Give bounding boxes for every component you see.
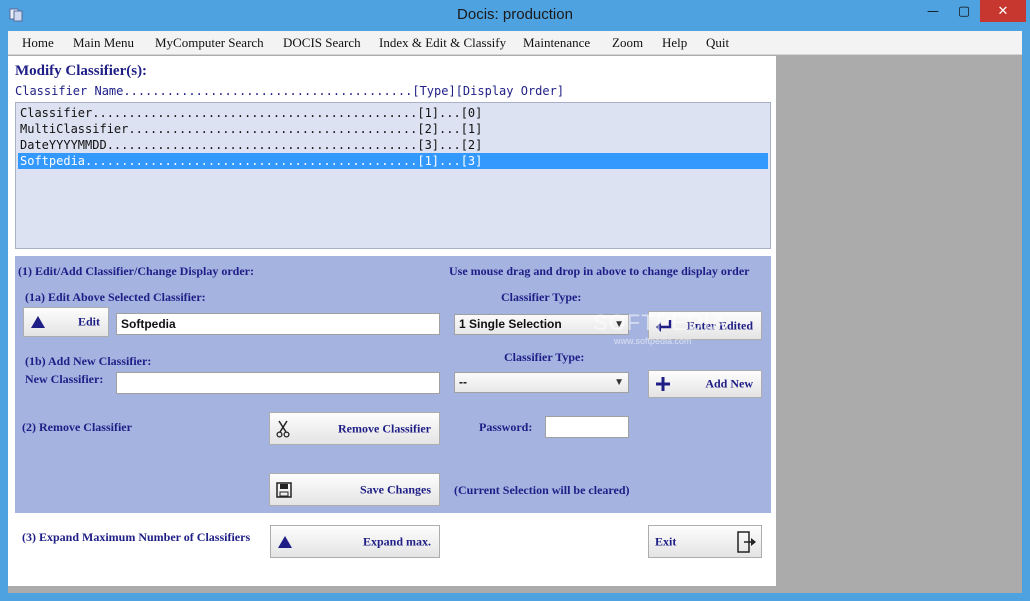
client-area: Home Main Menu MyComputer Search DOCIS S… — [8, 31, 1022, 593]
chevron-down-icon: ▼ — [614, 377, 624, 388]
minimize-icon: — — [927, 4, 939, 18]
classifier-type-value-edit: 1 Single Selection — [459, 317, 562, 331]
menu-main-menu[interactable]: Main Menu — [73, 35, 134, 51]
scissors-icon — [276, 420, 290, 438]
remove-classifier-button-label: Remove Classifier — [338, 421, 431, 435]
edit-section: (1) Edit/Add Classifier/Change Display o… — [15, 256, 771, 513]
exit-door-icon — [737, 531, 756, 553]
menu-bar: Home Main Menu MyComputer Search DOCIS S… — [8, 31, 1022, 55]
triangle-up-icon — [31, 316, 45, 328]
menu-docis-search[interactable]: DOCIS Search — [283, 35, 361, 51]
add-section-title: (1b) Add New Classifier: — [25, 354, 152, 368]
menu-zoom[interactable]: Zoom — [612, 35, 643, 51]
close-button[interactable]: ✕ — [980, 0, 1026, 22]
section3-title: (3) Expand Maximum Number of Classifiers — [22, 530, 251, 544]
menu-index-edit-classify[interactable]: Index & Edit & Classify — [379, 35, 506, 51]
classifier-type-value-add: -- — [459, 375, 467, 389]
add-new-button[interactable]: Add New — [648, 370, 762, 398]
menu-maintenance[interactable]: Maintenance — [523, 35, 590, 51]
menu-mycomputer-search[interactable]: MyComputer Search — [155, 35, 264, 51]
edit-section-title: (1a) Edit Above Selected Classifier: — [25, 290, 206, 304]
drag-drop-hint: Use mouse drag and drop in above to chan… — [449, 264, 750, 278]
edit-button-label: Edit — [77, 314, 100, 329]
app-window: Docis: production — ▢ ✕ Home Main Menu M… — [0, 0, 1030, 601]
save-changes-button[interactable]: Save Changes — [269, 473, 440, 506]
classifier-type-label-edit: Classifier Type: — [501, 290, 582, 304]
close-icon: ✕ — [997, 3, 1009, 19]
window-title: Docis: production — [457, 6, 573, 23]
list-item[interactable]: DateYYYYMMDD............................… — [18, 137, 768, 153]
expand-max-button-label: Expand max. — [362, 534, 431, 548]
triangle-up-icon — [278, 535, 292, 548]
section1-title: (1) Edit/Add Classifier/Change Display o… — [18, 264, 255, 278]
menu-quit[interactable]: Quit — [706, 35, 729, 51]
exit-button[interactable]: Exit — [648, 525, 762, 558]
menu-help[interactable]: Help — [662, 35, 687, 51]
maximize-button[interactable]: ▢ — [950, 0, 978, 22]
expand-max-button[interactable]: Expand max. — [270, 525, 440, 558]
menu-home[interactable]: Home — [22, 35, 54, 51]
classifier-type-label-add: Classifier Type: — [504, 350, 585, 364]
softpedia-watermark: SOFTPEDIA — [593, 310, 727, 335]
classifier-type-select-add[interactable]: -- ▼ — [454, 372, 629, 393]
exit-button-label: Exit — [655, 534, 677, 548]
plus-icon — [656, 377, 670, 391]
edit-button[interactable]: Edit — [23, 307, 109, 337]
floppy-disk-icon — [276, 481, 292, 498]
section2-title: (2) Remove Classifier — [22, 420, 132, 434]
list-item-selected[interactable]: Softpedia...............................… — [18, 153, 768, 169]
title-bar[interactable]: Docis: production — ▢ ✕ — [0, 0, 1030, 31]
save-note: (Current Selection will be cleared) — [454, 483, 630, 497]
add-new-button-label: Add New — [705, 376, 753, 391]
password-input[interactable] — [545, 416, 629, 438]
list-item[interactable]: Classifier..............................… — [18, 105, 768, 121]
password-label: Password: — [479, 420, 533, 434]
softpedia-watermark-url: www.softpedia.com — [614, 336, 692, 346]
edit-classifier-input[interactable]: Softpedia — [116, 313, 440, 335]
list-column-header: Classifier Name.........................… — [15, 84, 565, 98]
new-classifier-label: New Classifier: — [25, 372, 104, 386]
list-item[interactable]: MultiClassifier.........................… — [18, 121, 768, 137]
new-classifier-input[interactable] — [116, 372, 440, 394]
remove-classifier-button[interactable]: Remove Classifier — [269, 412, 440, 445]
maximize-icon: ▢ — [957, 3, 971, 19]
minimize-button[interactable]: — — [919, 0, 947, 22]
page-title: Modify Classifier(s): — [15, 63, 148, 79]
classifier-listbox[interactable]: Classifier..............................… — [15, 102, 771, 249]
save-changes-button-label: Save Changes — [359, 482, 431, 496]
